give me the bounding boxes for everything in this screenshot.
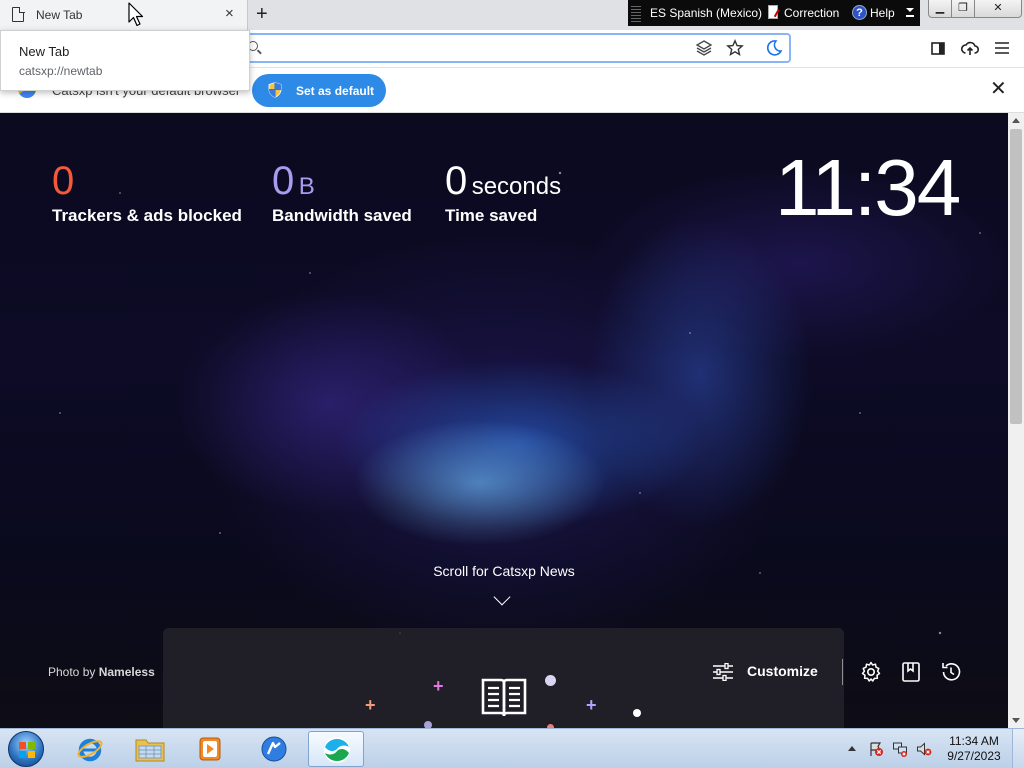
language-bar-minimize-icon[interactable] [906, 8, 914, 18]
bookmark-star-icon[interactable] [726, 39, 744, 57]
scrollbar-thumb[interactable] [1010, 129, 1022, 424]
taskbar: 11:34 AM 9/27/2023 [0, 728, 1024, 768]
menu-icon[interactable] [992, 38, 1012, 58]
language-indicator[interactable]: ES Spanish (Mexico) [650, 6, 762, 20]
vertical-scrollbar[interactable] [1008, 113, 1024, 728]
help-icon[interactable]: ? [852, 5, 867, 20]
media-player-icon [199, 737, 221, 761]
scroll-down-arrow-icon[interactable] [1012, 718, 1020, 723]
minimize-button[interactable]: ▁ [928, 0, 952, 18]
help-button[interactable]: Help [870, 6, 895, 20]
hover-card-title: New Tab [19, 44, 70, 59]
network-icon[interactable] [892, 741, 908, 757]
show-desktop-button[interactable] [1012, 729, 1024, 768]
history-icon[interactable] [939, 660, 963, 684]
browser-taskbar-button[interactable] [308, 731, 364, 767]
ntp-clock[interactable]: 11:34 [775, 143, 961, 233]
photo-credit: Photo by Nameless [48, 665, 155, 679]
close-window-button[interactable]: ✕ [974, 0, 1022, 18]
sparkle-plus-icon: + [365, 695, 376, 715]
trackers-count: 0 [52, 159, 75, 203]
action-center-flag-icon[interactable] [868, 741, 884, 757]
new-tab-page: 0 Trackers & ads blocked 0 B Bandwidth s… [0, 113, 1008, 728]
settings-gear-icon[interactable] [859, 660, 883, 684]
trackers-caption: Trackers & ads blocked [52, 206, 242, 225]
time-saved-stat[interactable]: 0 seconds Time saved [445, 158, 561, 226]
file-explorer-taskbar-button[interactable] [122, 731, 178, 767]
restore-button[interactable]: ❐ [951, 0, 975, 18]
sparkle-plus-icon: + [433, 676, 444, 696]
sparkle-dot-icon [424, 721, 432, 728]
leo-icon[interactable] [695, 39, 713, 57]
language-bar: ES Spanish (Mexico) Correction ? Help [628, 0, 920, 26]
media-player-taskbar-button[interactable] [182, 731, 238, 767]
page-icon [12, 6, 25, 22]
scroll-up-arrow-icon[interactable] [1012, 118, 1020, 123]
catsxp-taskbar-button[interactable] [246, 731, 302, 767]
divider [842, 659, 843, 685]
tab-hover-card: New Tab catsxp://newtab [0, 30, 250, 91]
mouse-cursor-icon [128, 2, 144, 27]
scroll-hint[interactable]: Scroll for Catsxp News [404, 563, 604, 579]
sliders-icon [713, 663, 733, 681]
correction-icon[interactable] [768, 5, 778, 19]
customize-label: Customize [747, 663, 818, 679]
address-bar[interactable] [238, 33, 791, 63]
catsxp-taskbar-icon [261, 736, 287, 762]
show-hidden-icons-icon[interactable] [848, 746, 856, 751]
internet-explorer-taskbar-button[interactable] [62, 731, 118, 767]
infobar-close-icon[interactable]: ✕ [990, 79, 1007, 99]
tab-title: New Tab [36, 8, 83, 22]
trackers-stat[interactable]: 0 Trackers & ads blocked [52, 158, 242, 226]
sparkle-dot-icon [545, 675, 556, 686]
photo-credit-author[interactable]: Nameless [99, 665, 155, 679]
browser-taskbar-icon [324, 737, 350, 763]
grip-handle[interactable] [631, 4, 641, 22]
tab-close-icon[interactable]: × [225, 6, 234, 22]
set-as-default-button[interactable]: Set as default [252, 74, 386, 107]
taskbar-clock[interactable]: 11:34 AM 9/27/2023 [944, 734, 1004, 764]
taskbar-date: 9/27/2023 [947, 749, 1001, 763]
time-saved-caption: Time saved [445, 206, 538, 225]
photo-credit-prefix: Photo by [48, 665, 99, 679]
sparkle-plus-icon: + [586, 695, 597, 715]
bandwidth-stat[interactable]: 0 B Bandwidth saved [272, 158, 412, 226]
volume-muted-icon[interactable] [916, 741, 932, 757]
sparkle-dot-icon [633, 709, 641, 717]
set-as-default-label: Set as default [296, 84, 375, 98]
upload-cloud-icon[interactable] [960, 38, 980, 58]
start-button[interactable] [8, 731, 44, 767]
correction-button[interactable]: Correction [784, 6, 839, 20]
bandwidth-count: 0 [272, 159, 295, 203]
night-mode-icon[interactable] [765, 39, 783, 57]
sidebar-icon[interactable] [928, 38, 948, 58]
taskbar-time: 11:34 AM [949, 734, 999, 748]
tab-new-tab[interactable]: New Tab × [0, 0, 248, 30]
news-book-icon [481, 678, 527, 717]
time-saved-unit: seconds [471, 173, 562, 200]
file-explorer-icon [135, 739, 165, 762]
windows-logo-icon [19, 742, 35, 758]
internet-explorer-icon [77, 738, 103, 762]
new-tab-button[interactable]: + [256, 3, 268, 25]
bandwidth-unit: B [298, 173, 315, 200]
uac-shield-icon [268, 82, 282, 98]
time-saved-count: 0 [445, 159, 468, 203]
bandwidth-caption: Bandwidth saved [272, 206, 412, 225]
bookmarks-icon[interactable] [899, 660, 923, 684]
hover-card-url: catsxp://newtab [19, 64, 103, 78]
